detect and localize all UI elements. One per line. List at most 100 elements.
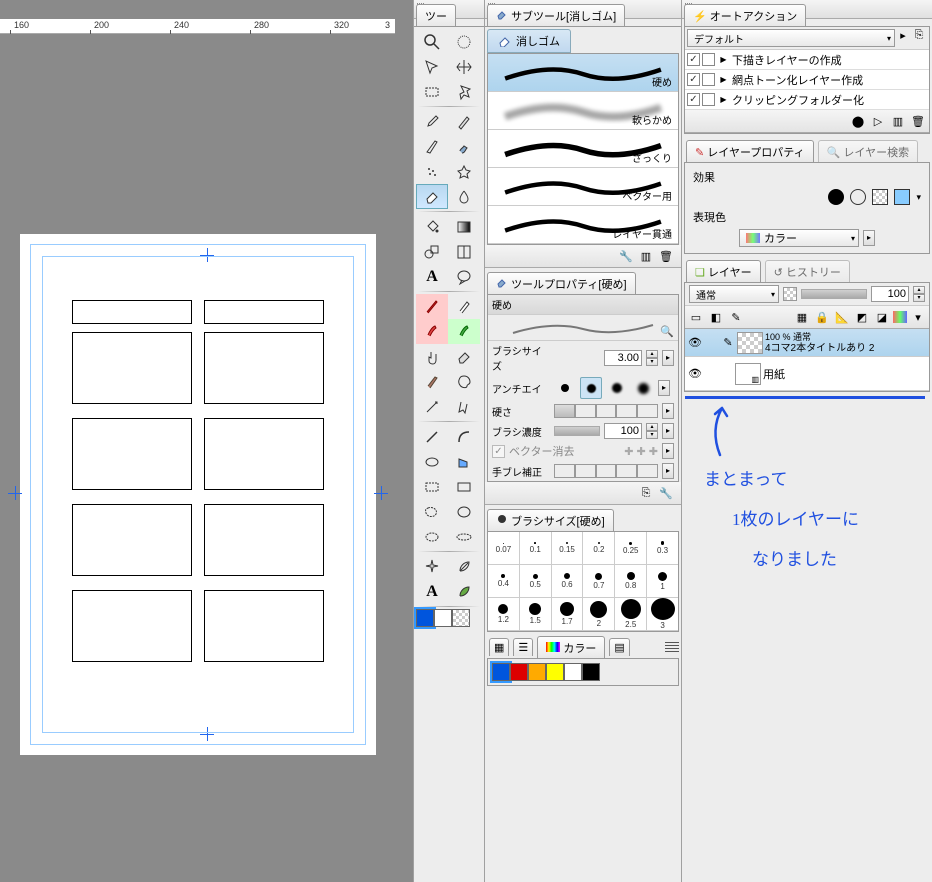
brush-size-cell[interactable]: 1.2: [488, 598, 520, 630]
knife-tool-icon[interactable]: [416, 394, 448, 419]
eraser-tool-icon[interactable]: [416, 184, 448, 209]
pen2-tool-icon[interactable]: [416, 294, 448, 319]
brush-size-input[interactable]: 3.00: [604, 350, 642, 366]
sparkle-tool-icon[interactable]: [416, 554, 448, 579]
border-effect-icon[interactable]: [828, 189, 844, 205]
brush-size-cell[interactable]: 0.3: [647, 532, 678, 564]
action-set-dropdown[interactable]: デフォルト: [687, 29, 895, 47]
deco-tool-icon[interactable]: [448, 159, 480, 184]
brush-size-cell[interactable]: 3: [647, 598, 678, 630]
tone-effect-icon[interactable]: [850, 189, 866, 205]
fill-tool-icon[interactable]: [416, 214, 448, 239]
rect-tool-icon[interactable]: [416, 474, 448, 499]
play-action-icon[interactable]: ▶: [717, 93, 730, 106]
brush-size-cell[interactable]: 1.7: [552, 598, 584, 630]
brush3-tool-icon[interactable]: [448, 319, 480, 344]
move-layer-tool-icon[interactable]: [448, 54, 480, 79]
shake-seg[interactable]: [596, 464, 617, 478]
history-tab[interactable]: ↺ ヒストリー: [765, 260, 850, 282]
opacity-spinner[interactable]: ▴▾: [913, 286, 925, 302]
ref-icon[interactable]: ◧: [707, 308, 725, 326]
density-detail-icon[interactable]: ▸: [662, 423, 674, 439]
balloon-tool-icon[interactable]: [448, 264, 480, 289]
play-action-icon[interactable]: ▶: [717, 73, 730, 86]
brush-size-cell[interactable]: 2.5: [615, 598, 647, 630]
tool-property-tab[interactable]: ツールプロパティ[硬め]: [487, 272, 636, 294]
color-orange[interactable]: [528, 663, 546, 681]
blend-tool-icon[interactable]: [448, 184, 480, 209]
brush-size-cell[interactable]: 0.7: [583, 565, 615, 597]
ellipse2-tool-icon[interactable]: [416, 449, 448, 474]
hardness-detail-icon[interactable]: ▸: [662, 403, 674, 419]
aa-mid-icon[interactable]: [606, 377, 628, 399]
marker-tool-icon[interactable]: [448, 294, 480, 319]
hardness-seg[interactable]: [596, 404, 617, 418]
bg-color-swatch[interactable]: [434, 609, 452, 627]
action-dialog-checkbox[interactable]: [702, 73, 715, 86]
density-slider[interactable]: [554, 426, 600, 436]
action-enable-checkbox[interactable]: [687, 93, 700, 106]
color-tab-1[interactable]: ▦: [489, 638, 509, 656]
shake-detail-icon[interactable]: ▸: [662, 463, 674, 479]
opacity-slider[interactable]: [801, 289, 867, 299]
duplicate-set-icon[interactable]: ⎘: [911, 29, 927, 47]
layer-row[interactable]: 👁 ✎ 100 % 通常 4コマ2本タイトルあり 2: [685, 329, 929, 357]
mask-icon[interactable]: ◩: [853, 308, 871, 326]
play-action-icon[interactable]: ▶: [717, 53, 730, 66]
action-item[interactable]: ▶ 下描きレイヤーの作成: [685, 50, 929, 70]
hardness-seg[interactable]: [637, 404, 658, 418]
delete-action-icon[interactable]: 🗑: [909, 112, 927, 130]
brush-size-cell[interactable]: 0.2: [583, 532, 615, 564]
layer-name-label[interactable]: 4コマ2本タイトルあり 2: [765, 343, 927, 354]
density-input[interactable]: 100: [604, 423, 642, 439]
color-tab-3[interactable]: カラー: [537, 636, 605, 658]
marquee-tool-icon[interactable]: [416, 79, 448, 104]
brush-size-cell[interactable]: 0.15: [552, 532, 584, 564]
shake-seg[interactable]: [616, 464, 637, 478]
layer-property-tab[interactable]: ✎ レイヤープロパティ: [686, 140, 814, 162]
zoom-preview-icon[interactable]: 🔍: [660, 325, 674, 338]
visibility-icon[interactable]: 👁: [687, 335, 703, 351]
pen-tool-icon[interactable]: [448, 109, 480, 134]
hardness-seg[interactable]: [554, 404, 575, 418]
layer-name-label[interactable]: 用紙: [763, 366, 785, 382]
clip-icon[interactable]: ▭: [687, 308, 705, 326]
color-label-icon[interactable]: [893, 311, 907, 323]
airbrush-tool-icon[interactable]: [416, 159, 448, 184]
curve-tool-icon[interactable]: [448, 424, 480, 449]
screentone-effect-icon[interactable]: [872, 189, 888, 205]
text-tool-icon[interactable]: A: [416, 264, 448, 289]
subtool-tab-header[interactable]: サブツール[消しゴム]: [487, 4, 625, 26]
move-tool-icon[interactable]: [448, 29, 480, 54]
brush-size-cell[interactable]: 0.1: [520, 532, 552, 564]
rec-icon[interactable]: ⬤: [849, 112, 867, 130]
opacity-input[interactable]: 100: [871, 286, 909, 302]
auto-action-tab[interactable]: ⚡ オートアクション: [684, 4, 806, 26]
color-effect-icon[interactable]: [894, 189, 910, 205]
brush4-tool-icon[interactable]: [448, 394, 480, 419]
line-tool-icon[interactable]: [416, 424, 448, 449]
eraser-group-tab[interactable]: 消しゴム: [487, 29, 571, 53]
ruler-icon[interactable]: 📐: [833, 308, 851, 326]
draft-icon[interactable]: ✎: [727, 308, 745, 326]
brush2-tool-icon[interactable]: [416, 319, 448, 344]
blend-mode-dropdown[interactable]: 通常: [689, 285, 779, 303]
color-red[interactable]: [510, 663, 528, 681]
hardness-seg[interactable]: [575, 404, 596, 418]
palette-tool-icon[interactable]: [448, 369, 480, 394]
color-yellow[interactable]: [546, 663, 564, 681]
subtool-vector[interactable]: ベクター用: [488, 168, 678, 206]
eraser2-tool-icon[interactable]: [448, 344, 480, 369]
wrench2-icon[interactable]: 🔧: [657, 484, 675, 502]
menu-icon[interactable]: [665, 642, 679, 652]
ellipse3-tool-icon[interactable]: [448, 499, 480, 524]
action-item[interactable]: ▶ クリッピングフォルダー化: [685, 90, 929, 110]
color-fg[interactable]: [492, 663, 510, 681]
lasso2-tool-icon[interactable]: [416, 499, 448, 524]
vector-detail-icon[interactable]: ▸: [662, 443, 674, 459]
action-dialog-checkbox[interactable]: [702, 93, 715, 106]
shake-seg[interactable]: [554, 464, 575, 478]
aa-strong-icon[interactable]: [632, 377, 654, 399]
polygon-tool-icon[interactable]: [448, 449, 480, 474]
brush-size-cell[interactable]: 1: [647, 565, 678, 597]
